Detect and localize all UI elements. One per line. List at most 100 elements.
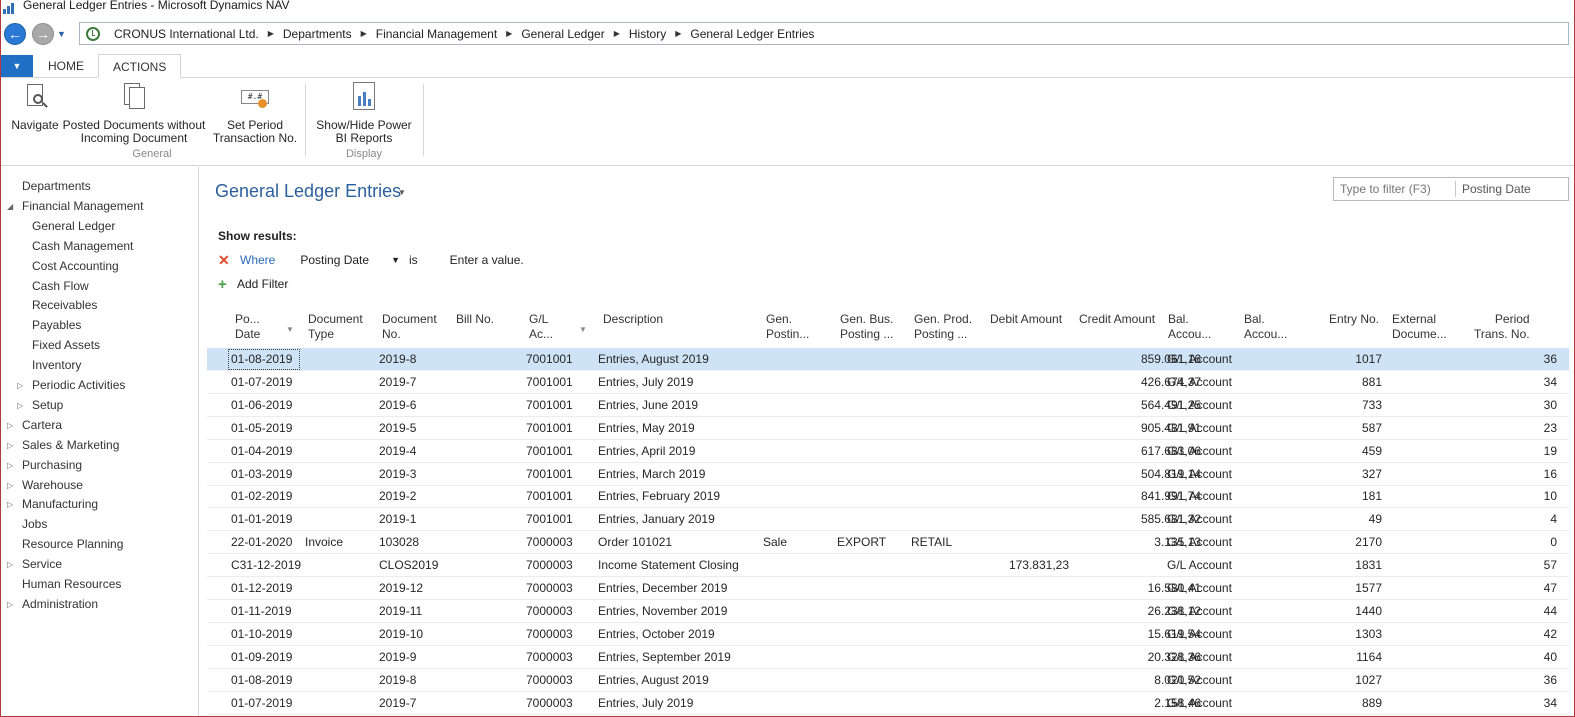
table-row[interactable]: 01-04-2019 2019-4 7001001 Entries, April 20… [207, 440, 1569, 463]
navigate-button[interactable]: Navigate [6, 82, 64, 132]
table-cell[interactable]: 57 [1457, 554, 1557, 577]
table-cell[interactable]: G/L Account [1167, 646, 1232, 669]
table-cell[interactable]: 2019-12 [379, 577, 423, 600]
breadcrumb-item[interactable]: Financial Management [376, 27, 497, 41]
table-row[interactable]: 01-12-2019 2019-12 7000003 Entries, Decembe… [207, 577, 1569, 600]
table-cell[interactable]: 2019-2 [379, 485, 416, 508]
expand-icon[interactable]: ▷ [17, 381, 23, 390]
table-cell[interactable] [967, 417, 1069, 440]
posted-documents-button[interactable]: Posted Documents without Incoming Docume… [60, 82, 208, 145]
column-header[interactable]: Bal. Accou... [1244, 312, 1287, 342]
table-cell[interactable]: 181 [1307, 485, 1382, 508]
expand-icon[interactable]: ▷ [7, 481, 13, 490]
table-cell[interactable]: 2019-7 [379, 692, 416, 715]
table-cell[interactable]: Entries, November 2019 [598, 600, 727, 623]
nav-item-warehouse[interactable]: Warehouse [22, 478, 83, 492]
table-cell[interactable] [967, 692, 1069, 715]
table-row[interactable]: 01-02-2019 2019-2 7001001 Entries, February… [207, 485, 1569, 509]
table-row[interactable]: 01-07-2019 2019-7 7000003 Entries, July 201… [207, 692, 1569, 715]
table-cell[interactable]: 7000003 [526, 554, 573, 577]
table-cell[interactable]: 22-01-2020 [231, 531, 292, 554]
nav-item-fixed-assets[interactable]: Fixed Assets [32, 338, 100, 352]
table-cell[interactable]: G/L Account [1167, 554, 1232, 577]
table-cell[interactable]: EXPORT [837, 531, 886, 554]
table-cell[interactable]: 889 [1307, 692, 1382, 715]
table-cell[interactable]: 01-03-2019 [231, 463, 292, 486]
table-cell[interactable]: 327 [1307, 463, 1382, 486]
column-header[interactable]: Bal. Accou... [1168, 312, 1211, 342]
table-cell[interactable]: G/L Account [1167, 669, 1232, 692]
expand-icon[interactable]: ▷ [7, 461, 13, 470]
table-cell[interactable]: G/L Account [1167, 485, 1232, 508]
table-cell[interactable]: 7001001 [526, 394, 573, 417]
expand-icon[interactable]: ▷ [17, 401, 23, 410]
forward-button[interactable]: → [32, 23, 54, 45]
table-row[interactable]: C31-12-2019 CLOS2019 7000003 Income Stateme… [207, 554, 1569, 578]
nav-item-setup[interactable]: Setup [32, 398, 63, 412]
table-cell[interactable] [967, 485, 1069, 508]
table-cell[interactable]: Entries, March 2019 [598, 463, 705, 486]
table-row[interactable]: 01-07-2019 2019-7 7001001 Entries, July 201… [207, 371, 1569, 394]
table-cell[interactable]: 1027 [1307, 669, 1382, 692]
table-cell[interactable]: G/L Account [1167, 623, 1232, 646]
add-filter-button[interactable]: + Add Filter [218, 276, 288, 293]
table-cell[interactable]: Entries, April 2019 [598, 440, 695, 463]
table-cell[interactable]: G/L Account [1167, 463, 1232, 486]
column-header[interactable]: Period Trans. No. [1474, 312, 1530, 342]
table-cell[interactable]: 01-10-2019 [231, 623, 292, 646]
table-row[interactable]: 01-06-2019 2019-6 7001001 Entries, June 201… [207, 394, 1569, 417]
table-cell[interactable]: 01-06-2019 [231, 394, 292, 417]
expand-icon[interactable]: ▷ [7, 600, 13, 609]
table-cell[interactable] [967, 508, 1069, 531]
column-header[interactable]: Description [603, 312, 663, 327]
table-cell[interactable]: 173.831,23 [967, 554, 1069, 577]
search-filter-box[interactable]: Type to filter (F3) Posting Date [1333, 177, 1569, 201]
table-cell[interactable]: 16 [1457, 463, 1557, 486]
table-cell[interactable]: 7001001 [526, 440, 573, 463]
set-period-button[interactable]: #.# Set Period Transaction No. [210, 82, 300, 145]
table-cell[interactable]: 01-11-2019 [231, 600, 292, 623]
breadcrumb-item[interactable]: CRONUS International Ltd. [114, 27, 259, 41]
table-cell[interactable]: 1303 [1307, 623, 1382, 646]
table-cell[interactable]: 2019-6 [379, 394, 416, 417]
breadcrumb-separator-icon[interactable]: ▶ [361, 29, 367, 38]
expand-icon[interactable]: ▷ [7, 441, 13, 450]
table-cell[interactable] [967, 623, 1069, 646]
table-cell[interactable] [967, 348, 1069, 371]
table-cell[interactable]: G/L Account [1167, 600, 1232, 623]
table-cell[interactable]: 30 [1457, 394, 1557, 417]
table-cell[interactable]: 01-01-2019 [231, 508, 292, 531]
breadcrumb-separator-icon[interactable]: ▶ [614, 29, 620, 38]
table-cell[interactable]: Invoice [305, 531, 343, 554]
breadcrumb-item[interactable]: History [629, 27, 666, 41]
table-cell[interactable] [967, 577, 1069, 600]
table-cell[interactable]: Entries, December 2019 [598, 577, 727, 600]
column-header[interactable]: Credit Amount [1079, 312, 1155, 327]
file-menu-button[interactable]: ▼ [1, 55, 33, 77]
table-cell[interactable] [967, 531, 1069, 554]
nav-item-cash-flow[interactable]: Cash Flow [32, 279, 89, 293]
table-cell[interactable]: 2019-10 [379, 623, 423, 646]
table-row[interactable]: 01-03-2019 2019-3 7001001 Entries, March 20… [207, 463, 1569, 486]
table-cell[interactable]: 7001001 [526, 348, 573, 371]
column-header[interactable]: External Docume... [1392, 312, 1447, 342]
table-cell[interactable]: 7001001 [526, 417, 573, 440]
table-cell[interactable]: Entries, August 2019 [598, 669, 709, 692]
table-cell[interactable]: G/L Account [1167, 371, 1232, 394]
table-cell[interactable]: G/L Account [1167, 417, 1232, 440]
table-cell[interactable]: 7000003 [526, 692, 573, 715]
breadcrumb-separator-icon[interactable]: ▶ [506, 29, 512, 38]
table-row[interactable]: 01-10-2019 2019-10 7000003 Entries, October… [207, 623, 1569, 646]
table-cell[interactable]: 2019-11 [379, 600, 422, 623]
nav-item-financial-management[interactable]: Financial Management [22, 199, 143, 213]
nav-item-departments[interactable]: Departments [22, 179, 91, 193]
table-cell[interactable]: 1577 [1307, 577, 1382, 600]
table-row[interactable]: 22-01-2020 Invoice 103028 7000003 Order 1010… [207, 531, 1569, 555]
table-cell[interactable]: 7000003 [526, 623, 573, 646]
table-cell[interactable]: 587 [1307, 417, 1382, 440]
table-cell[interactable]: Entries, July 2019 [598, 371, 693, 394]
nav-item-payables[interactable]: Payables [32, 318, 81, 332]
table-cell[interactable]: 01-02-2019 [231, 485, 292, 508]
powerbi-button[interactable]: Show/Hide Power BI Reports [312, 82, 416, 145]
table-cell[interactable]: 01-04-2019 [231, 440, 292, 463]
